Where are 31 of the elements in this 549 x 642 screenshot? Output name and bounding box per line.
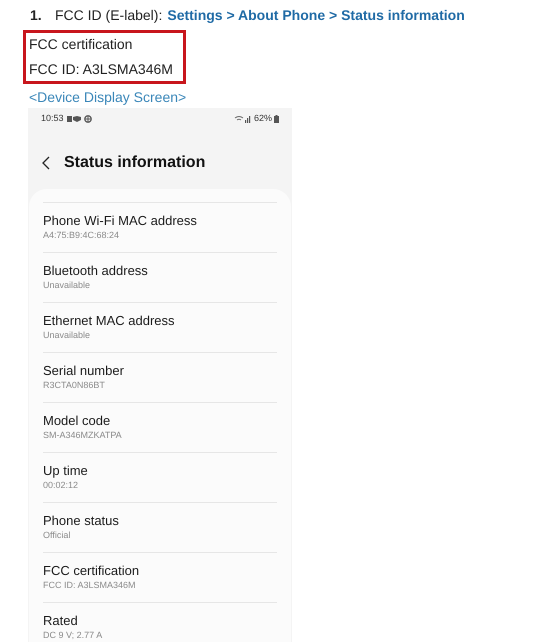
caption-link[interactable]: <Device Display Screen> <box>29 89 186 105</box>
step-label: FCC ID (E-label): <box>55 6 162 25</box>
setting-label: Bluetooth address <box>43 263 149 279</box>
battery-icon <box>274 114 279 123</box>
setting-value: Unavailable <box>43 279 92 291</box>
status-time: 10:53 <box>41 112 64 125</box>
setting-label: Phone Wi-Fi MAC address <box>43 213 198 229</box>
setting-label: Ethernet MAC address <box>43 313 176 329</box>
setting-label: Model code <box>43 413 112 429</box>
setting-label: FCC certification <box>43 563 140 579</box>
setting-value: R3CTA0N86BT <box>43 379 106 391</box>
setting-value: FCC ID: A3LSMA346M <box>43 579 137 591</box>
setting-label: Serial number <box>43 363 125 379</box>
battery-percent: 62% <box>254 112 272 125</box>
highlight-text: FCC certification <box>29 35 134 54</box>
page-title: Status information <box>64 152 206 172</box>
setting-label: Rated <box>43 613 79 629</box>
setting-value: Official <box>43 529 72 541</box>
back-icon[interactable] <box>42 156 50 170</box>
setting-label: Phone status <box>43 513 120 529</box>
step-number: 1. <box>30 6 43 25</box>
setting-value: DC 9 V; 2.77 A <box>43 629 104 641</box>
setting-value: Unavailable <box>43 329 92 341</box>
signal-icon <box>234 114 252 123</box>
setting-label: Up time <box>43 463 89 479</box>
setting-value: A4:75:B9:4C:68:24 <box>43 229 120 241</box>
setting-value: 00:02:12 <box>43 479 80 491</box>
setting-value: SM-A346MZKATPA <box>43 429 123 441</box>
notification-icons <box>66 114 93 123</box>
menu-path: Settings > About Phone > Status information <box>167 6 465 25</box>
highlight-text: FCC ID: A3LSMA346M <box>29 60 174 79</box>
